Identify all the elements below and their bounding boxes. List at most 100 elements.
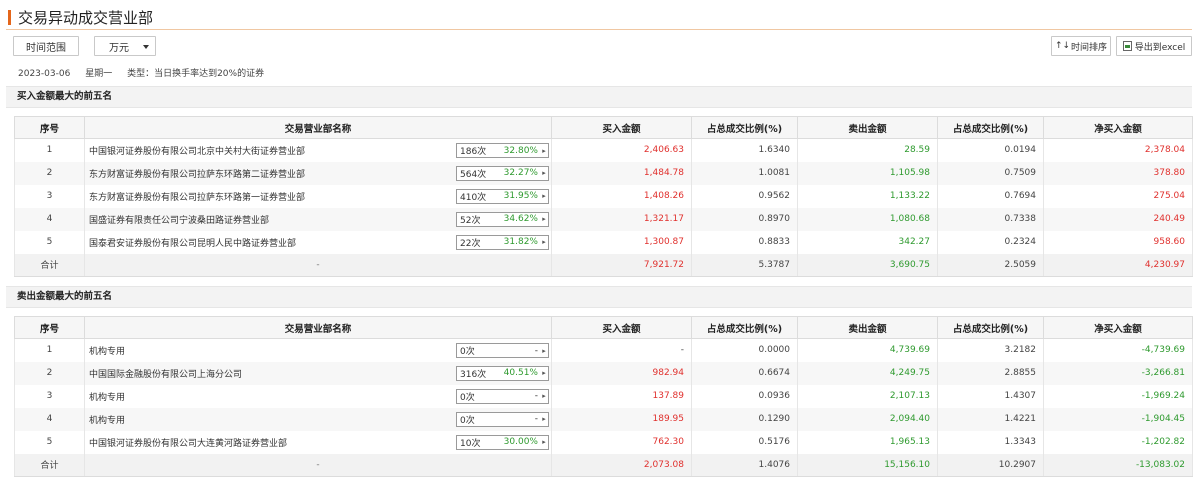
row-index: 4 <box>14 407 85 431</box>
expand-arrow-icon: ▸ <box>542 346 546 355</box>
sell-amount: 4,739.69 <box>797 338 938 362</box>
win-rate: - <box>534 391 538 401</box>
row-index: 3 <box>14 184 85 208</box>
buy-amount: 1,321.17 <box>551 207 692 231</box>
buy-section-title: 买入金额最大的前五名 <box>6 86 1192 108</box>
branch-name: 国泰君安证券股份有限公司昆明人民中路证券营业部 <box>89 238 297 249</box>
branch-stats-dropdown[interactable]: 52次 34.62% ▸ <box>456 211 549 227</box>
branch-stats-dropdown[interactable]: 22次 31.82% ▸ <box>456 234 549 250</box>
row-index: 5 <box>14 430 85 454</box>
sell-amount: 342.27 <box>797 230 938 254</box>
branch-stats-dropdown[interactable]: 0次 - ▸ <box>456 411 549 427</box>
buy-amount: 762.30 <box>551 430 692 454</box>
col-buy-ratio-header: 占总成交比例(%) <box>691 316 798 339</box>
branch-cell: 中国国际金融股份有限公司上海分公司 316次 40.51% ▸ <box>84 361 552 385</box>
listing-count: 564次 <box>460 169 487 180</box>
branch-name: 中国银河证券股份有限公司大连黄河路证券营业部 <box>89 438 288 449</box>
sell-amount: 4,249.75 <box>797 361 938 385</box>
sell-section-title: 卖出金额最大的前五名 <box>6 286 1192 308</box>
export-excel-label: 导出到excel <box>1134 42 1186 53</box>
buy-ratio: 0.0000 <box>691 338 798 362</box>
net-buy-amount: -1,904.45 <box>1043 407 1193 431</box>
table-row: 1 中国银河证券股份有限公司北京中关村大街证券营业部 186次 32.80% ▸ 2,40… <box>14 138 1193 162</box>
buy-amount: 189.95 <box>551 407 692 431</box>
unit-select[interactable]: 万元 <box>94 36 156 56</box>
branch-stats-dropdown[interactable]: 316次 40.51% ▸ <box>456 365 549 381</box>
total-sell-amount: 3,690.75 <box>797 253 938 277</box>
branch-stats-dropdown[interactable]: 186次 32.80% ▸ <box>456 143 549 158</box>
table-row: 2 中国国际金融股份有限公司上海分公司 316次 40.51% ▸ 982.94 0.667… <box>14 361 1193 385</box>
branch-stats-dropdown[interactable]: 0次 - ▸ <box>456 388 549 404</box>
sell-amount: 1,965.13 <box>797 430 938 454</box>
row-index: 3 <box>14 384 85 408</box>
sort-icon: ↑↓ <box>1054 41 1071 51</box>
total-buy-amount: 7,921.72 <box>551 253 692 277</box>
sell-amount: 1,080.68 <box>797 207 938 231</box>
branch-cell: 东方财富证券股份有限公司拉萨东环路第二证券营业部 564次 32.27% ▸ <box>84 161 552 185</box>
sell-ratio: 0.0194 <box>937 138 1044 162</box>
row-index: 4 <box>14 207 85 231</box>
branch-stats-dropdown[interactable]: 10次 30.00% ▸ <box>456 434 549 450</box>
listing-count: 0次 <box>460 415 475 426</box>
net-buy-amount: 240.49 <box>1043 207 1193 231</box>
sell-amount: 28.59 <box>797 138 938 162</box>
col-net-buy-header: 净买入金额 <box>1043 316 1193 339</box>
sell-amount: 2,107.13 <box>797 384 938 408</box>
branch-stats-dropdown[interactable]: 410次 31.95% ▸ <box>456 188 549 204</box>
col-branch-name-header: 交易营业部名称 <box>84 316 552 339</box>
net-buy-amount: 275.04 <box>1043 184 1193 208</box>
time-sort-button[interactable]: ↑↓ 时间排序 <box>1051 36 1111 56</box>
col-buy-amount-header: 买入金额 <box>551 316 692 339</box>
sell-ratio: 1.3343 <box>937 430 1044 454</box>
page-title: 交易异动成交营业部 <box>18 9 154 27</box>
unit-select-value: 万元 <box>109 42 129 54</box>
buy-ratio: 1.0081 <box>691 161 798 185</box>
buy-ratio: 1.6340 <box>691 138 798 162</box>
sell-ratio: 2.8855 <box>937 361 1044 385</box>
listing-count: 410次 <box>460 192 487 203</box>
total-label: 合计 <box>14 253 85 277</box>
win-rate: 34.62% <box>503 214 538 224</box>
col-buy-ratio-header: 占总成交比例(%) <box>691 116 798 139</box>
col-sell-amount-header: 卖出金额 <box>797 316 938 339</box>
buy-ratio: 0.1290 <box>691 407 798 431</box>
listing-count: 0次 <box>460 392 475 403</box>
buy-amount: 1,408.26 <box>551 184 692 208</box>
win-rate: 31.82% <box>503 237 538 247</box>
win-rate: 32.27% <box>503 168 538 178</box>
sell-ratio: 3.2182 <box>937 338 1044 362</box>
export-excel-button[interactable]: 导出到excel <box>1116 36 1192 56</box>
sell-ratio: 0.2324 <box>937 230 1044 254</box>
branch-stats-dropdown[interactable]: 564次 32.27% ▸ <box>456 165 549 181</box>
trade-date: 2023-03-06 <box>18 69 71 79</box>
net-buy-amount: -1,969.24 <box>1043 384 1193 408</box>
listing-count: 316次 <box>460 369 487 380</box>
total-branch-placeholder: - <box>84 453 552 477</box>
buy-ratio: 0.8833 <box>691 230 798 254</box>
table-row: 4 机构专用 0次 - ▸ 189.95 0.1290 2,094.40 1.4221 -1,90… <box>14 407 1193 431</box>
expand-arrow-icon: ▸ <box>542 146 546 155</box>
row-index: 2 <box>14 161 85 185</box>
table-row: 5 国泰君安证券股份有限公司昆明人民中路证券营业部 22次 31.82% ▸ 1,300.… <box>14 230 1193 254</box>
branch-stats-dropdown[interactable]: 0次 - ▸ <box>456 343 549 358</box>
trade-weekday: 星期一 <box>85 69 113 79</box>
col-index-header: 序号 <box>14 116 85 139</box>
branch-cell: 国盛证券有限责任公司宁波桑田路证券营业部 52次 34.62% ▸ <box>84 207 552 231</box>
table-row: 5 中国银河证券股份有限公司大连黄河路证券营业部 10次 30.00% ▸ 762.30 0… <box>14 430 1193 454</box>
page-header: 交易异动成交营业部 <box>6 4 1192 30</box>
sell-amount: 2,094.40 <box>797 407 938 431</box>
trade-meta: 2023-03-06 星期一 类型：当日换手率达到20%的证券 <box>18 66 276 79</box>
table-row: 1 机构专用 0次 - ▸ -0.0000 4,739.69 3.2182 -4,739.69 <box>14 338 1193 362</box>
col-branch-name-header: 交易营业部名称 <box>84 116 552 139</box>
expand-arrow-icon: ▸ <box>542 169 546 177</box>
branch-name: 机构专用 <box>89 415 126 426</box>
total-buy-ratio: 1.4076 <box>691 453 798 477</box>
net-buy-amount: 378.80 <box>1043 161 1193 185</box>
total-sell-amount: 15,156.10 <box>797 453 938 477</box>
buy-ratio: 0.0936 <box>691 384 798 408</box>
time-range-button[interactable]: 时间范围 <box>13 36 79 56</box>
buy-top5-table: 序号 交易营业部名称 买入金额 占总成交比例(%) 卖出金额 占总成交比例(%) 净买入金额… <box>14 116 1193 277</box>
buy-amount: - <box>551 338 692 362</box>
chevron-down-icon <box>143 45 149 49</box>
table-row: 2 东方财富证券股份有限公司拉萨东环路第二证券营业部 564次 32.27% ▸ 1,48… <box>14 161 1193 185</box>
